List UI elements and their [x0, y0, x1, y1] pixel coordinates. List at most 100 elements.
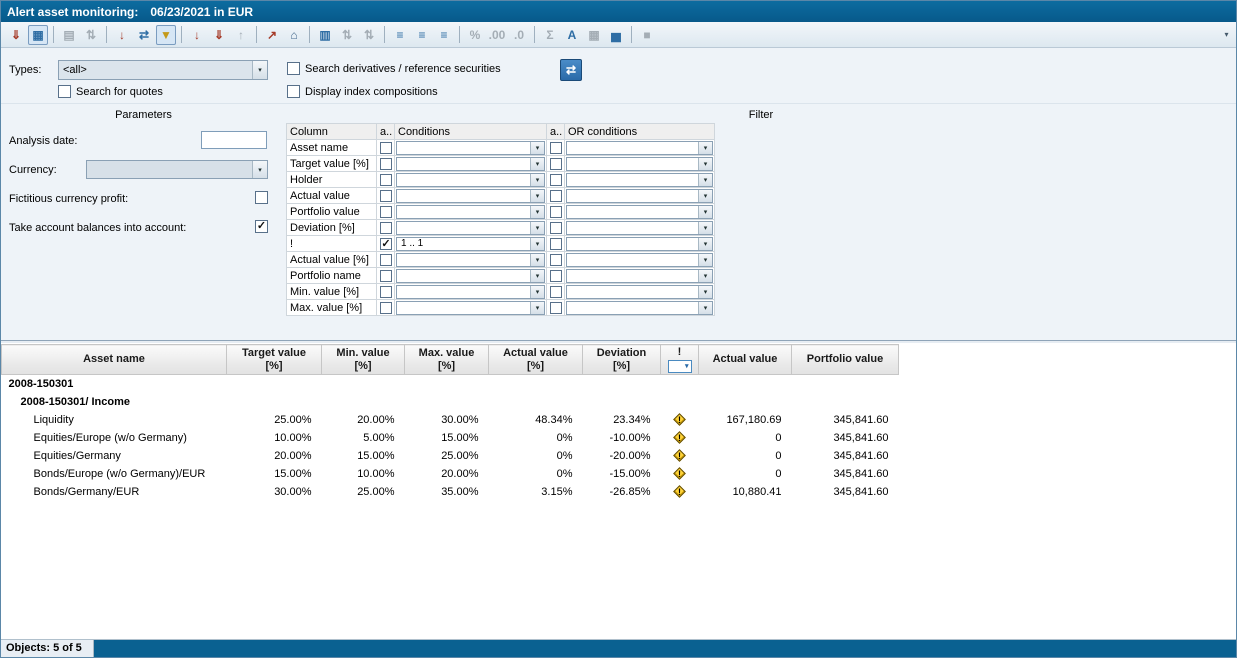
filter-or-checkbox[interactable]: [550, 238, 562, 250]
filter-condition-combobox[interactable]: ▾: [396, 141, 545, 155]
filter-condition-combobox[interactable]: 1 .. 1 ▾: [396, 237, 545, 251]
asset-row[interactable]: Bonds/Germany/EUR 30.00% 25.00% 35.00% 3…: [2, 483, 899, 501]
search-quotes-checkbox[interactable]: [58, 85, 71, 98]
filter-condition-combobox[interactable]: ▾: [396, 173, 545, 187]
stop-icon[interactable]: ■: [637, 25, 657, 45]
font-icon[interactable]: A: [562, 25, 582, 45]
chevron-down-icon[interactable]: ▾: [698, 286, 712, 298]
chevron-down-icon[interactable]: ▾: [252, 161, 267, 178]
align-right-icon[interactable]: ≡: [434, 25, 454, 45]
filter-or-combobox[interactable]: ▾: [566, 301, 713, 315]
filter-condition-combobox[interactable]: ▾: [396, 301, 545, 315]
filter-or-combobox[interactable]: ▾: [566, 205, 713, 219]
copy-icon[interactable]: ▤: [59, 25, 79, 45]
asset-monitor-icon[interactable]: ▦: [28, 25, 48, 45]
filter-condition-combobox[interactable]: ▾: [396, 285, 545, 299]
filter-and-checkbox[interactable]: [380, 190, 392, 202]
chevron-down-icon[interactable]: ▾: [530, 206, 544, 218]
title-bar[interactable]: Alert asset monitoring: 06/23/2021 in EU…: [1, 1, 1236, 22]
performance-icon[interactable]: ↗: [262, 25, 282, 45]
filter-or-combobox[interactable]: ▾: [566, 285, 713, 299]
chevron-down-icon[interactable]: ▾: [530, 190, 544, 202]
chevron-down-icon[interactable]: ▾: [530, 254, 544, 266]
insert-row-icon[interactable]: ↓: [187, 25, 207, 45]
chevron-down-icon[interactable]: ▾: [698, 142, 712, 154]
sort-ascending-icon[interactable]: ⇅: [337, 25, 357, 45]
filter-and-checkbox[interactable]: [380, 286, 392, 298]
col-header-max-value[interactable]: Max. value[%]: [405, 345, 489, 375]
chevron-down-icon[interactable]: ▾: [530, 158, 544, 170]
chevron-down-icon[interactable]: ▾: [698, 302, 712, 314]
filter-or-checkbox[interactable]: [550, 222, 562, 234]
chevron-down-icon[interactable]: ▾: [698, 238, 712, 250]
filter-or-combobox[interactable]: ▾: [566, 141, 713, 155]
filter-or-checkbox[interactable]: [550, 190, 562, 202]
sort-descending-icon[interactable]: ⇅: [359, 25, 379, 45]
col-header-actual-value-pct[interactable]: Actual value[%]: [489, 345, 583, 375]
chevron-down-icon[interactable]: ▾: [698, 206, 712, 218]
filter-condition-combobox[interactable]: ▾: [396, 205, 545, 219]
account-balances-checkbox[interactable]: [255, 220, 268, 233]
asset-row[interactable]: Equities/Germany 20.00% 15.00% 25.00% 0%…: [2, 447, 899, 465]
filter-or-combobox[interactable]: ▾: [566, 157, 713, 171]
filter-or-checkbox[interactable]: [550, 142, 562, 154]
col-header-deviation[interactable]: Deviation[%]: [583, 345, 661, 375]
col-header-target-value[interactable]: Target value[%]: [227, 345, 322, 375]
filter-or-checkbox[interactable]: [550, 286, 562, 298]
currency-dropdown[interactable]: ▾: [86, 160, 268, 179]
filter-or-checkbox[interactable]: [550, 206, 562, 218]
filter-and-checkbox[interactable]: [380, 174, 392, 186]
move-up-icon[interactable]: ↑: [231, 25, 251, 45]
chevron-down-icon[interactable]: ▾: [698, 270, 712, 282]
column-chart-icon[interactable]: ▥: [315, 25, 335, 45]
filter-or-checkbox[interactable]: [550, 158, 562, 170]
filter-condition-combobox[interactable]: ▾: [396, 221, 545, 235]
portfolio-group-row[interactable]: 2008-150301: [2, 375, 899, 393]
filter-and-checkbox[interactable]: [380, 302, 392, 314]
alert-column-filter-dropdown[interactable]: ▾: [668, 360, 692, 373]
load-data-icon[interactable]: ⇓: [6, 25, 26, 45]
filter-or-combobox[interactable]: ▾: [566, 269, 713, 283]
chevron-down-icon[interactable]: ▾: [530, 270, 544, 282]
grid-icon[interactable]: ▦: [584, 25, 604, 45]
filter-and-checkbox[interactable]: [380, 222, 392, 234]
align-center-icon[interactable]: ≡: [412, 25, 432, 45]
filter-or-checkbox[interactable]: [550, 302, 562, 314]
filter-condition-combobox[interactable]: ▾: [396, 253, 545, 267]
filter-and-checkbox[interactable]: [380, 270, 392, 282]
chevron-down-icon[interactable]: ▾: [530, 222, 544, 234]
col-header-asset-name[interactable]: Asset name: [2, 345, 227, 375]
chevron-down-icon[interactable]: ▾: [530, 286, 544, 298]
chevron-down-icon[interactable]: ▾: [530, 142, 544, 154]
filter-or-checkbox[interactable]: [550, 270, 562, 282]
analysis-date-input[interactable]: [201, 131, 267, 149]
filter-and-checkbox[interactable]: [380, 238, 392, 250]
import-export-icon[interactable]: ⇅: [81, 25, 101, 45]
chevron-down-icon[interactable]: ▾: [530, 238, 544, 250]
add-decimal-icon[interactable]: .00: [487, 25, 507, 45]
filter-and-checkbox[interactable]: [380, 254, 392, 266]
filter-or-combobox[interactable]: ▾: [566, 221, 713, 235]
chevron-down-icon[interactable]: ▾: [698, 158, 712, 170]
chevron-down-icon[interactable]: ▾: [698, 222, 712, 234]
filter-or-combobox[interactable]: ▾: [566, 189, 713, 203]
asset-row[interactable]: Equities/Europe (w/o Germany) 10.00% 5.0…: [2, 429, 899, 447]
chevron-down-icon[interactable]: ▾: [530, 174, 544, 186]
chevron-down-icon[interactable]: ▾: [698, 174, 712, 186]
asset-row[interactable]: Bonds/Europe (w/o Germany)/EUR 15.00% 10…: [2, 465, 899, 483]
chevron-down-icon[interactable]: ▾: [530, 302, 544, 314]
percent-format-icon[interactable]: %: [465, 25, 485, 45]
fictitious-profit-checkbox[interactable]: [255, 191, 268, 204]
filter-or-combobox[interactable]: ▾: [566, 253, 713, 267]
remove-decimal-icon[interactable]: .0: [509, 25, 529, 45]
institution-icon[interactable]: ⌂: [284, 25, 304, 45]
filter-condition-combobox[interactable]: ▾: [396, 157, 545, 171]
search-derivatives-checkbox[interactable]: [287, 62, 300, 75]
append-row-icon[interactable]: ⇓: [209, 25, 229, 45]
filter-or-combobox[interactable]: ▾: [566, 173, 713, 187]
chevron-down-icon[interactable]: ▾: [252, 61, 267, 79]
filter-and-checkbox[interactable]: [380, 158, 392, 170]
display-index-checkbox[interactable]: [287, 85, 300, 98]
asset-row[interactable]: Liquidity 25.00% 20.00% 30.00% 48.34% 23…: [2, 411, 899, 429]
filter-and-checkbox[interactable]: [380, 206, 392, 218]
